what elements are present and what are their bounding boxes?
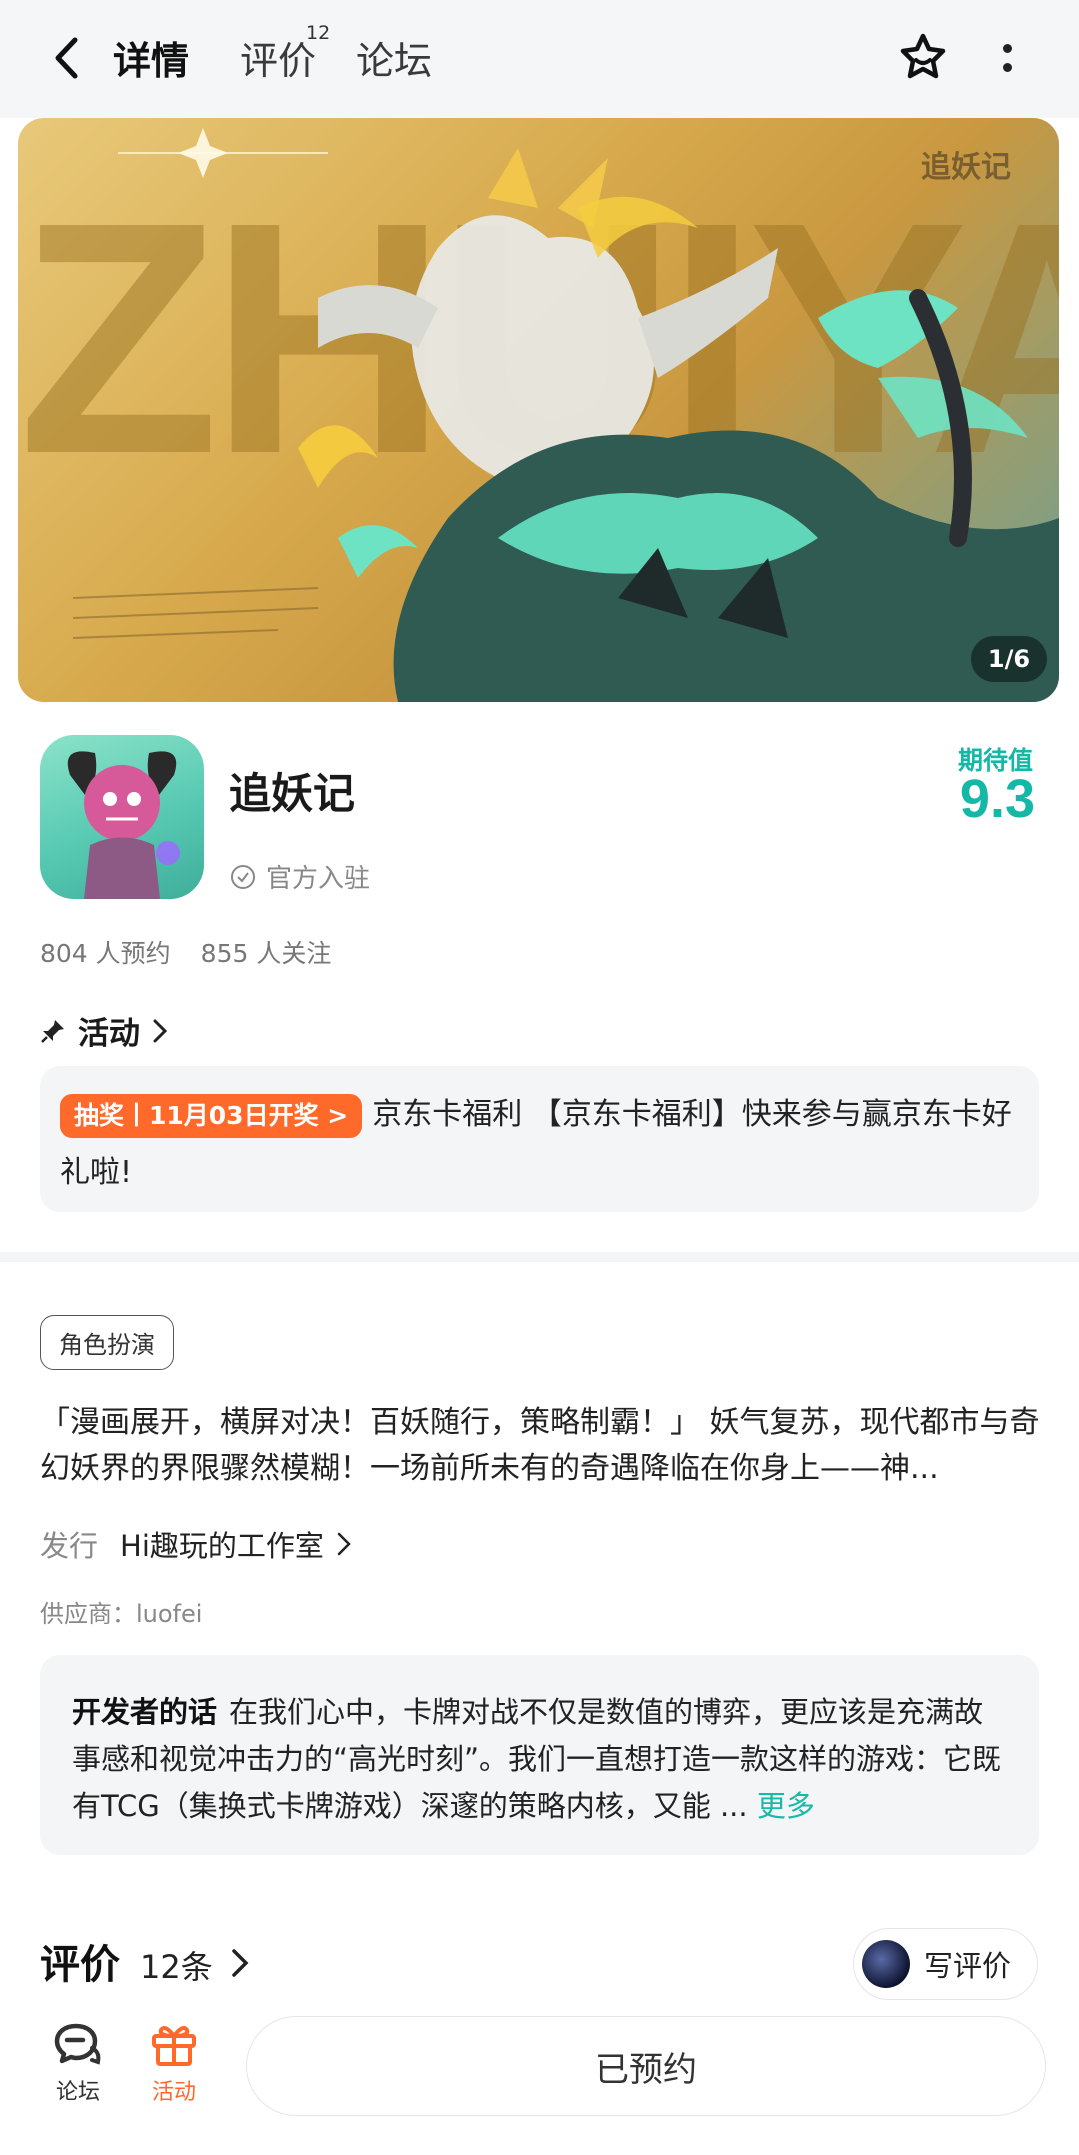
write-review-label: 写评价 (924, 1949, 1012, 1983)
official-badge: 官方入驻 (230, 858, 370, 895)
banner-artwork (72, 128, 1059, 702)
activity-section-header[interactable]: 活动 (40, 1008, 168, 1053)
chevron-right-icon (231, 1949, 249, 1977)
game-stats: 804 人预约 855 人关注 (40, 934, 331, 970)
game-icon-artwork (67, 751, 180, 899)
back-button[interactable] (42, 30, 90, 86)
pin-icon (41, 1019, 64, 1043)
publisher-label: 发行 (40, 1529, 99, 1563)
avatar (862, 1940, 910, 1988)
check-circle-icon (231, 864, 255, 889)
developer-note-title: 开发者的话 (72, 1695, 218, 1729)
activity-header-label: 活动 (78, 1016, 140, 1052)
nav-activity-label: 活动 (151, 2080, 196, 2105)
tab-review-count: 12 (306, 22, 331, 44)
gift-icon (152, 2026, 196, 2066)
review-section-header[interactable]: 评价 12条 (40, 1932, 249, 1990)
game-title: 追妖记 (229, 769, 356, 818)
game-description[interactable]: 「漫画展开，横屏对决！百妖随行，策略制霸！」 妖气复苏，现代都市与奇幻妖界的界限… (40, 1400, 1040, 1492)
review-section-title: 评价 (40, 1942, 120, 1988)
tab-detail[interactable]: 详情 (109, 30, 194, 93)
tab-forum-label: 论坛 (356, 39, 433, 83)
favorite-button[interactable] (895, 30, 951, 86)
banner-carousel[interactable]: ZHUIYAOJI 追妖记 1/6 (18, 118, 1059, 702)
more-dot-icon (1002, 63, 1012, 72)
genre-tag[interactable]: 角色扮演 (40, 1315, 174, 1370)
chevron-right-icon (337, 1532, 351, 1556)
banner-page-counter: 1/6 (971, 636, 1047, 682)
review-count: 12条 (140, 1948, 213, 1986)
chevron-left-icon (55, 37, 78, 79)
tab-review-label: 评价 (240, 39, 317, 83)
nav-forum[interactable]: 论坛 (38, 2020, 118, 2106)
more-menu-button[interactable] (995, 40, 1019, 76)
nav-activity[interactable]: 活动 (134, 2020, 214, 2106)
developer-note-card[interactable]: 开发者的话 在我们心中，卡牌对战不仅是数值的博弈，更应该是充满故事感和视觉冲击力的… (40, 1655, 1039, 1855)
lottery-badge: 抽奖丨11月03日开奖 > (60, 1093, 363, 1138)
developer-note-more-link[interactable]: 更多 (757, 1789, 815, 1823)
tab-forum[interactable]: 论坛 (356, 30, 432, 85)
tab-review[interactable]: 评价 12 (240, 22, 330, 85)
section-divider (0, 1252, 1079, 1262)
reserved-button[interactable]: 已预约 (246, 2016, 1046, 2116)
top-bar: 详情 评价 12 论坛 (0, 0, 1079, 118)
more-dot-icon (1002, 44, 1012, 53)
supplier-info: 供应商：luofei (40, 1600, 203, 1628)
follower-count: 855 人关注 (200, 939, 332, 968)
publisher-row[interactable]: 发行 Hi趣玩的工作室 (40, 1523, 352, 1565)
star-icon (900, 33, 946, 79)
banner-logo: 追妖记 (921, 150, 1011, 185)
tab-detail-label: 详情 (113, 39, 190, 83)
nav-forum-label: 论坛 (55, 2080, 100, 2105)
write-review-button[interactable]: 写评价 (853, 1928, 1038, 2000)
reservation-count: 804 人预约 (40, 939, 171, 968)
chat-bubble-icon (54, 2023, 101, 2065)
activity-card[interactable]: 抽奖丨11月03日开奖 > 京东卡福利 【京东卡福利】快来参与赢京东卡好礼啦! (40, 1066, 1039, 1212)
activity-content: 抽奖丨11月03日开奖 > 京东卡福利 【京东卡福利】快来参与赢京东卡好礼啦! (60, 1086, 1019, 1202)
game-icon (40, 735, 204, 899)
expectation-score: 9.3 (959, 769, 1035, 829)
chevron-right-icon (153, 1019, 168, 1042)
bottom-action-bar: 论坛 活动 已预约 (0, 2000, 1079, 2155)
publisher-name: Hi趣玩的工作室 (120, 1529, 324, 1563)
official-label: 官方入驻 (266, 864, 371, 894)
